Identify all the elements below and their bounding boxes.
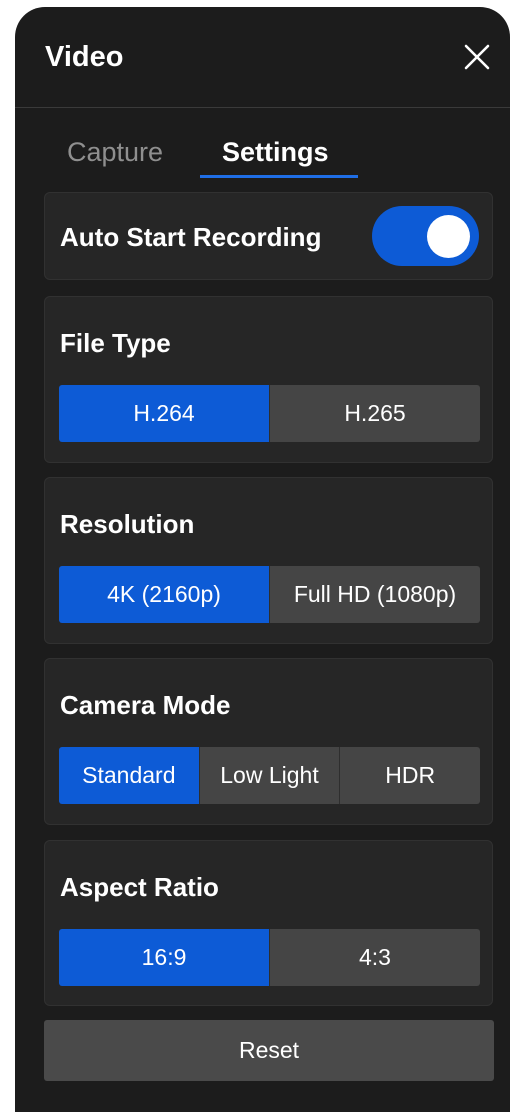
reset-button[interactable]: Reset [44, 1020, 494, 1081]
aspect-ratio-option-4-3[interactable]: 4:3 [269, 929, 480, 986]
file-type-option-h265[interactable]: H.265 [269, 385, 480, 442]
panel-header: Video [15, 7, 510, 108]
resolution-option-full-hd[interactable]: Full HD (1080p) [269, 566, 480, 623]
tab-bar: Capture Settings [15, 107, 510, 185]
auto-start-card: Auto Start Recording [44, 192, 493, 280]
video-panel: Video Capture Settings Auto Start Record… [15, 7, 510, 1112]
file-type-selector: H.264 H.265 [59, 385, 480, 442]
panel-title: Video [45, 41, 124, 73]
aspect-ratio-card: Aspect Ratio 16:9 4:3 [44, 840, 493, 1006]
file-type-label: File Type [60, 328, 171, 358]
aspect-ratio-label: Aspect Ratio [60, 872, 219, 902]
camera-mode-option-low-light[interactable]: Low Light [198, 747, 340, 804]
aspect-ratio-selector: 16:9 4:3 [59, 929, 480, 986]
camera-mode-option-standard[interactable]: Standard [59, 747, 199, 804]
camera-mode-card: Camera Mode Standard Low Light HDR [44, 658, 493, 825]
aspect-ratio-option-16-9[interactable]: 16:9 [59, 929, 269, 986]
toggle-knob [427, 215, 470, 258]
tab-capture[interactable]: Capture [67, 135, 163, 169]
file-type-card: File Type H.264 H.265 [44, 296, 493, 463]
resolution-label: Resolution [60, 509, 195, 539]
close-button[interactable] [463, 43, 491, 71]
active-tab-indicator [200, 175, 358, 178]
camera-mode-label: Camera Mode [60, 690, 231, 720]
close-icon [464, 44, 490, 70]
resolution-selector: 4K (2160p) Full HD (1080p) [59, 566, 480, 623]
auto-start-toggle[interactable] [372, 206, 479, 266]
file-type-option-h264[interactable]: H.264 [59, 385, 269, 442]
camera-mode-option-hdr[interactable]: HDR [339, 747, 480, 804]
resolution-card: Resolution 4K (2160p) Full HD (1080p) [44, 477, 493, 644]
tab-settings[interactable]: Settings [222, 135, 329, 169]
resolution-option-4k[interactable]: 4K (2160p) [59, 566, 269, 623]
auto-start-label: Auto Start Recording [60, 222, 322, 252]
camera-mode-selector: Standard Low Light HDR [59, 747, 480, 804]
